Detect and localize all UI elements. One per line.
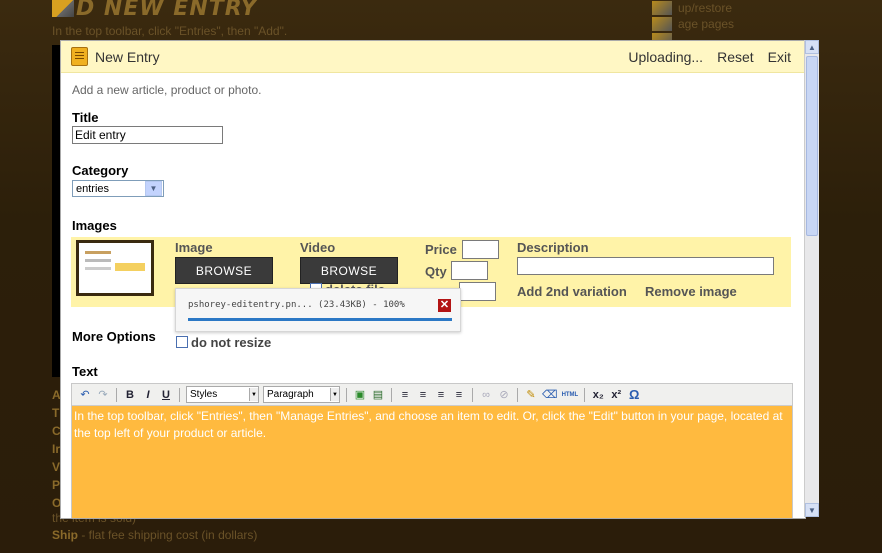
toolbar-separator: [179, 387, 180, 402]
align-left-icon[interactable]: ≡: [398, 387, 412, 403]
underline-button[interactable]: U: [159, 387, 173, 403]
toolbar-separator: [517, 387, 518, 402]
rich-text-editor: ↶ ↷ B I U Styles ▼ Paragraph ▼ ▣ ▤ ≡ ≡ ≡ ≡…: [71, 383, 793, 518]
image-thumbnail[interactable]: [76, 240, 154, 296]
new-entry-modal: New Entry Uploading... Reset Exit Add a …: [60, 40, 806, 519]
toolbar-separator: [472, 387, 473, 402]
toolbar-separator: [116, 387, 117, 402]
background-ship-line: Ship - flat fee shipping cost (in dollar…: [52, 527, 257, 544]
bold-button[interactable]: B: [123, 387, 137, 403]
editor-content[interactable]: In the top toolbar, click "Entries", the…: [72, 406, 792, 444]
title-input[interactable]: Edit entry: [72, 126, 223, 144]
browse-video-button[interactable]: BROWSE: [300, 257, 398, 284]
title-label: Title: [72, 110, 99, 125]
toolbar-separator: [391, 387, 392, 402]
more-options-label: More Options: [72, 329, 156, 344]
eraser-icon[interactable]: ⌫: [542, 387, 558, 403]
italic-button[interactable]: I: [141, 387, 155, 403]
upload-file-status: pshorey-editentry.pn... (23.43KB) - 100%: [188, 300, 405, 310]
thumbnail-preview: [79, 243, 151, 293]
close-icon[interactable]: ✕: [438, 299, 451, 312]
modal-scrollbar[interactable]: ▲ ▼: [804, 40, 819, 517]
modal-title: New Entry: [95, 48, 160, 65]
images-label: Images: [72, 218, 117, 233]
special-character-button[interactable]: Ω: [627, 387, 641, 403]
toolbar-separator: [584, 387, 586, 402]
description-label: Description: [517, 240, 589, 255]
modal-header: New Entry Uploading... Reset Exit: [61, 41, 805, 73]
background-heading: D NEW ENTRY: [52, 0, 258, 21]
modal-body: Add a new article, product or photo. Tit…: [61, 73, 805, 233]
browse-image-button[interactable]: BROWSE: [175, 257, 273, 284]
subscript-button[interactable]: x₂: [591, 387, 605, 403]
scrollbar-thumb[interactable]: [806, 56, 818, 236]
uploading-status: Uploading...: [628, 48, 704, 65]
category-label: Category: [72, 163, 129, 178]
undo-icon[interactable]: ↶: [78, 387, 92, 403]
toolbar-separator: [346, 387, 347, 402]
text-label: Text: [72, 364, 98, 379]
scroll-up-icon[interactable]: ▲: [805, 40, 819, 54]
third-input[interactable]: [459, 282, 496, 301]
insert-media-icon[interactable]: ▤: [371, 387, 385, 403]
background-side-link[interactable]: up/restore: [652, 0, 734, 16]
add-variation-link[interactable]: Add 2nd variation: [517, 284, 627, 299]
category-select-value: entries: [76, 182, 110, 195]
styles-select[interactable]: Styles ▼: [186, 386, 259, 403]
do-not-resize-label: do not resize: [191, 335, 272, 350]
reset-button[interactable]: Reset: [717, 49, 754, 65]
html-source-button[interactable]: HTML: [562, 387, 579, 403]
link-icon[interactable]: ∞: [479, 387, 493, 403]
insert-image-icon[interactable]: ▣: [353, 387, 367, 403]
background-instruction: In the top toolbar, click "Entries", the…: [52, 24, 288, 38]
image-column-label: Image: [175, 240, 213, 255]
chevron-down-icon[interactable]: ▼: [145, 181, 162, 196]
remove-image-link[interactable]: Remove image: [645, 284, 737, 299]
pencil-icon: [52, 0, 74, 17]
editor-toolbar: ↶ ↷ B I U Styles ▼ Paragraph ▼ ▣ ▤ ≡ ≡ ≡ ≡…: [72, 384, 792, 406]
price-label: Price: [425, 242, 457, 257]
cleanup-icon[interactable]: ✎: [524, 387, 538, 403]
background-side-link[interactable]: age pages: [652, 16, 734, 32]
upload-progress-bar: [188, 318, 452, 321]
upload-progress-popup: pshorey-editentry.pn... (23.43KB) - 100%…: [175, 288, 461, 332]
align-right-icon[interactable]: ≡: [434, 387, 448, 403]
qty-input[interactable]: [451, 261, 488, 280]
modal-actions: Uploading... Reset Exit: [628, 41, 791, 72]
superscript-button[interactable]: x²: [609, 387, 623, 403]
chevron-down-icon: ▼: [330, 388, 339, 401]
chevron-down-icon: ▼: [249, 388, 258, 401]
ship-label: Ship: [52, 528, 78, 542]
format-select-value: Paragraph: [267, 389, 314, 400]
pencil-icon: [652, 17, 672, 31]
qty-label: Qty: [425, 264, 447, 279]
notebook-icon: [71, 47, 88, 66]
align-justify-icon[interactable]: ≡: [452, 387, 466, 403]
upload-progress-fill: [188, 318, 452, 321]
description-input[interactable]: [517, 257, 774, 275]
pencil-icon: [652, 1, 672, 15]
unlink-icon[interactable]: ⊘: [497, 387, 511, 403]
ship-text: - flat fee shipping cost (in dollars): [78, 528, 258, 542]
scroll-down-icon[interactable]: ▼: [805, 503, 819, 517]
intro-text: Add a new article, product or photo.: [72, 83, 262, 97]
category-select[interactable]: entries ▼: [72, 180, 164, 197]
align-center-icon[interactable]: ≡: [416, 387, 430, 403]
do-not-resize-option[interactable]: do not resize: [176, 335, 271, 350]
format-select[interactable]: Paragraph ▼: [263, 386, 340, 403]
exit-button[interactable]: Exit: [768, 49, 791, 65]
styles-select-value: Styles: [190, 389, 218, 400]
price-input[interactable]: [462, 240, 499, 259]
do-not-resize-checkbox[interactable]: [176, 336, 188, 348]
redo-icon[interactable]: ↷: [96, 387, 110, 403]
video-column-label: Video: [300, 240, 336, 255]
